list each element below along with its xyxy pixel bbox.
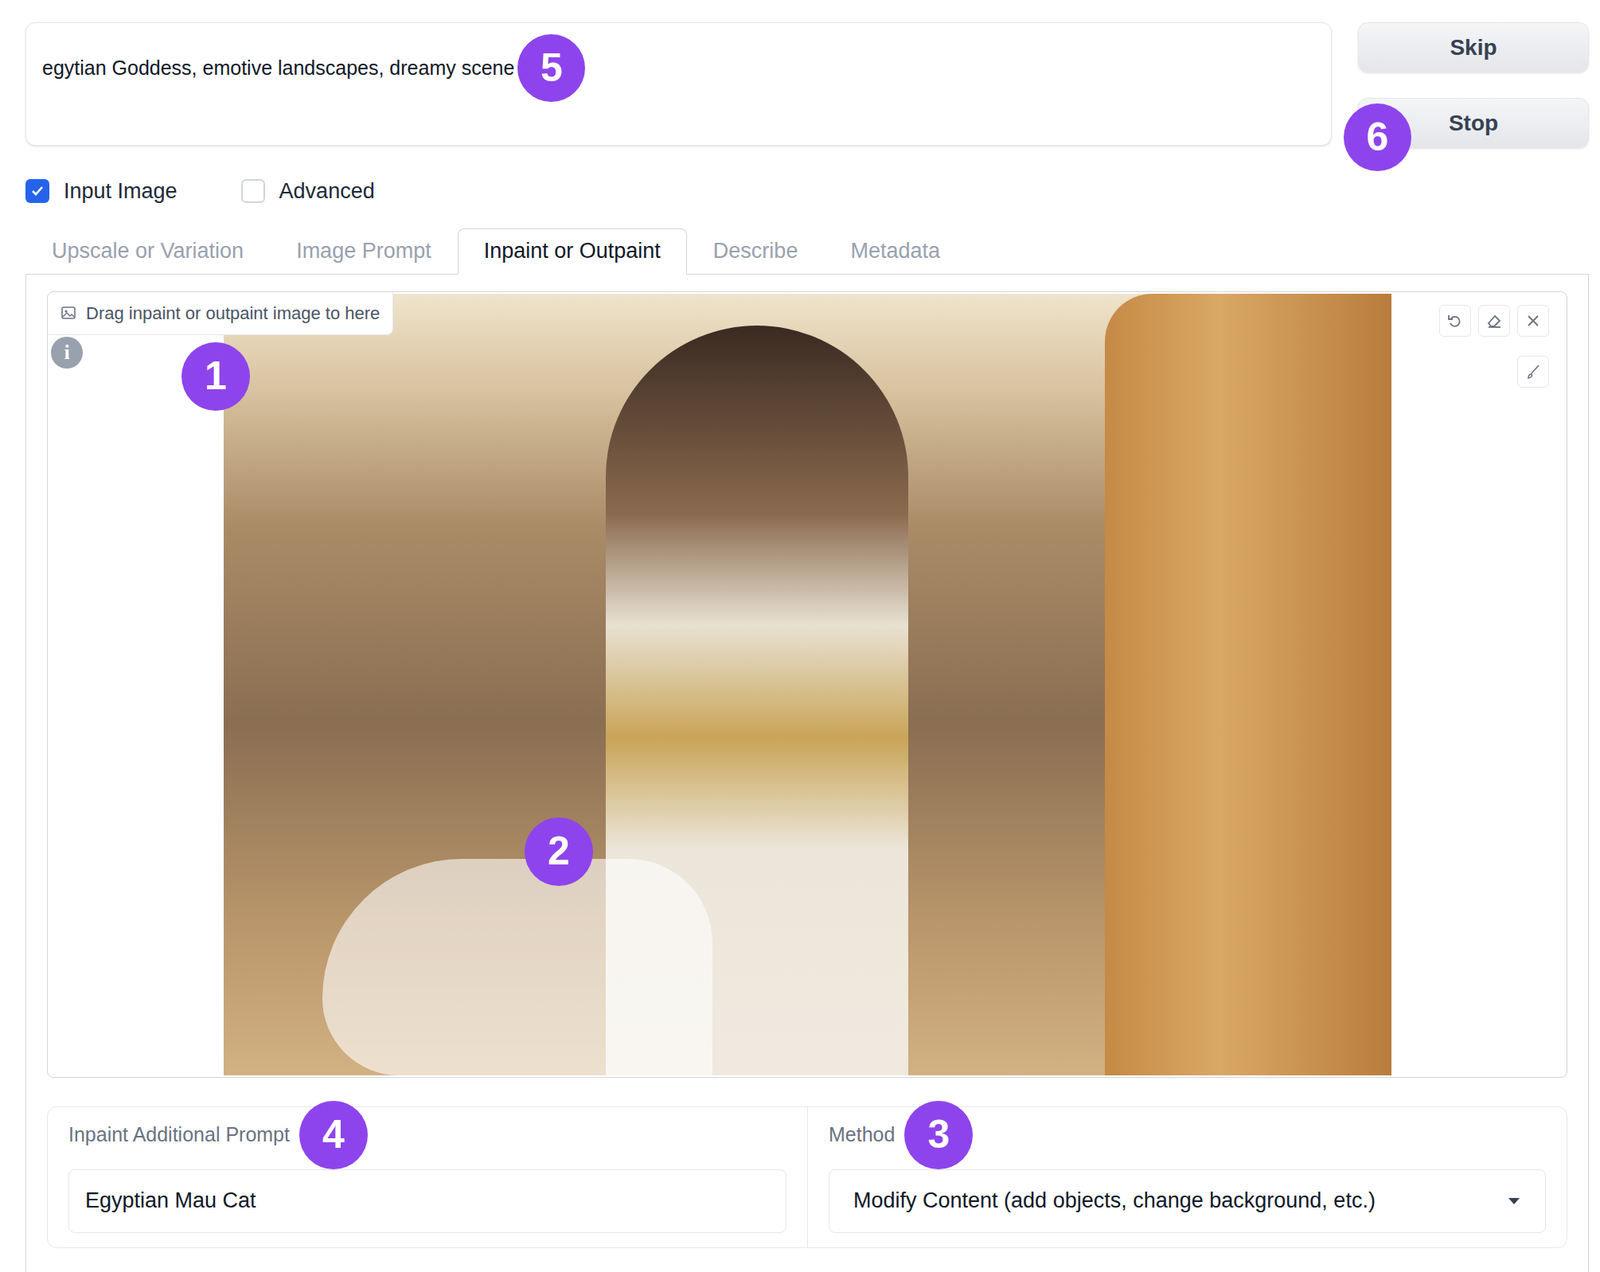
prompt-field[interactable]: egytian Goddess, emotive landscapes, dre… — [25, 22, 1332, 146]
info-icon[interactable]: i — [50, 336, 83, 369]
undo-icon[interactable] — [1439, 304, 1472, 337]
inpaint-prompt-input[interactable]: Egyptian Mau Cat — [68, 1169, 787, 1234]
tab[interactable]: Describe — [686, 228, 825, 274]
tab[interactable]: Image Prompt — [269, 228, 458, 274]
image-icon — [60, 304, 77, 321]
annotation-badge: 6 — [1343, 103, 1412, 172]
tab[interactable]: Upscale or Variation — [25, 228, 270, 274]
canvas-box[interactable]: 2 Drag inpaint or outpaint image to here… — [46, 291, 1568, 1078]
annotation-badge: 5 — [517, 34, 586, 102]
annotation-badge: 2 — [524, 817, 594, 886]
annotation-badge: 1 — [181, 342, 250, 411]
action-button[interactable]: Skip — [1358, 22, 1589, 73]
tab[interactable]: Inpaint or Outpaint — [457, 228, 687, 275]
checkbox[interactable] — [25, 179, 50, 203]
annotation-badge: 3 — [904, 1100, 973, 1170]
option-checkbox[interactable]: Advanced — [241, 175, 375, 208]
photo: 2 — [223, 293, 1392, 1076]
method-label: Method — [828, 1120, 895, 1151]
prompt-text: egytian Goddess, emotive landscapes, dre… — [42, 56, 515, 79]
annotation-badge: 4 — [299, 1100, 368, 1170]
action-button[interactable]: Stop6 — [1358, 97, 1589, 149]
inpaint-prompt-label: Inpaint Additional Prompt — [68, 1120, 290, 1151]
tab[interactable]: Metadata — [823, 228, 967, 274]
option-checkbox[interactable]: Input Image — [25, 175, 178, 208]
drop-hint: Drag inpaint or outpaint image to here — [47, 292, 394, 336]
eraser-icon[interactable] — [1478, 304, 1511, 337]
checkbox[interactable] — [241, 179, 266, 203]
close-icon[interactable] — [1517, 304, 1550, 337]
brush-icon[interactable] — [1517, 355, 1550, 388]
method-dropdown[interactable]: Modify Content (add objects, change back… — [828, 1169, 1546, 1234]
dropdown-arrow-icon — [1506, 1196, 1522, 1206]
inpaint-mask[interactable] — [322, 858, 713, 1076]
